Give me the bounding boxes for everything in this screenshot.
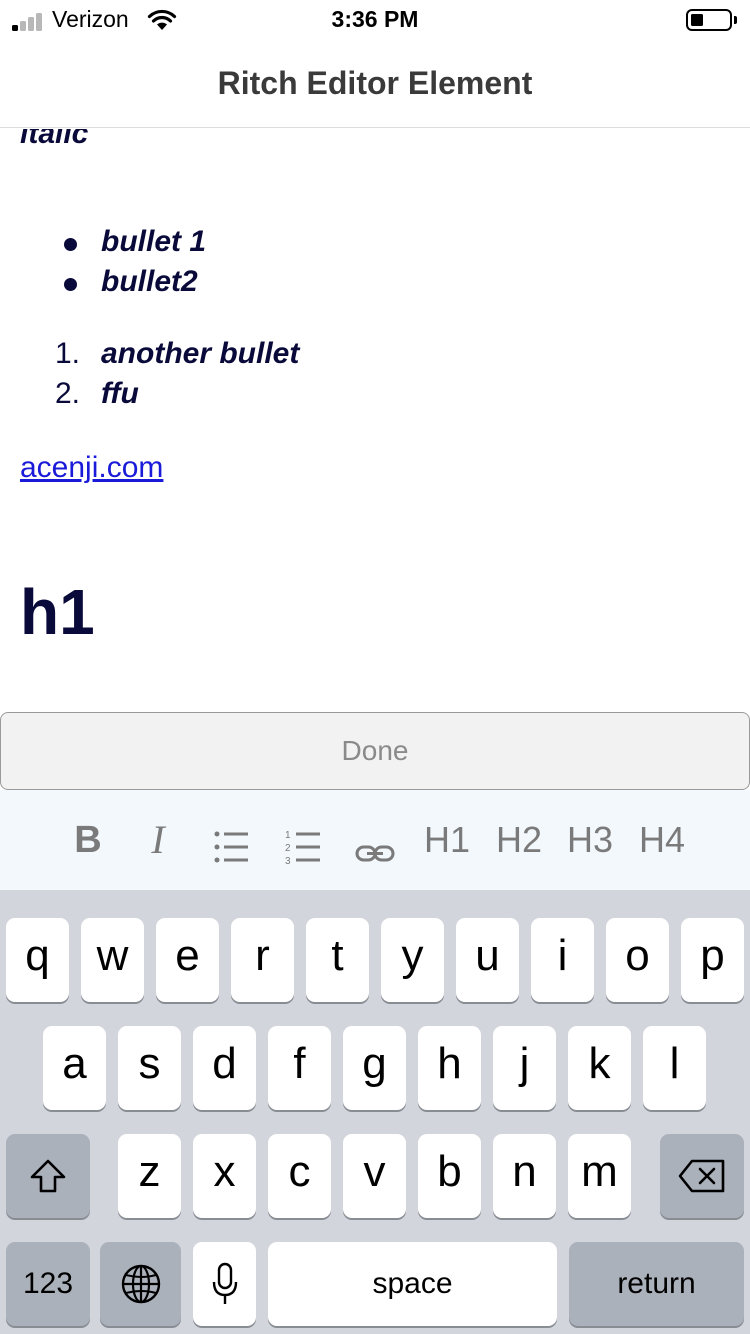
- italic-button[interactable]: I: [140, 812, 176, 868]
- svg-text:2: 2: [285, 843, 291, 854]
- key-u[interactable]: u: [456, 918, 519, 1002]
- numbered-list-icon[interactable]: 1 2 3: [284, 819, 322, 875]
- heading-1-button[interactable]: H1: [424, 812, 470, 868]
- heading-one: h1: [20, 576, 95, 648]
- svg-text:1: 1: [285, 830, 291, 841]
- shift-key[interactable]: [6, 1134, 90, 1218]
- space-key[interactable]: space: [268, 1242, 557, 1326]
- key-t[interactable]: t: [306, 918, 369, 1002]
- backspace-icon: [678, 1159, 725, 1193]
- list-number: 2.: [55, 377, 81, 410]
- heading-4-button[interactable]: H4: [637, 812, 687, 868]
- software-keyboard: q w e r t y u i o p a s d f g h j k l z …: [0, 890, 750, 1334]
- key-s[interactable]: s: [118, 1026, 181, 1110]
- return-key[interactable]: return: [569, 1242, 744, 1326]
- battery-icon: [686, 9, 732, 31]
- key-e[interactable]: e: [156, 918, 219, 1002]
- link-icon[interactable]: [355, 826, 395, 882]
- key-r[interactable]: r: [231, 918, 294, 1002]
- bullet-text: bullet 1: [101, 225, 207, 258]
- key-y[interactable]: y: [381, 918, 444, 1002]
- key-v[interactable]: v: [343, 1134, 406, 1218]
- done-button[interactable]: Done: [0, 712, 750, 790]
- key-q[interactable]: q: [6, 918, 69, 1002]
- key-l[interactable]: l: [643, 1026, 706, 1110]
- microphone-icon: [212, 1262, 237, 1304]
- bullet-dot: [64, 278, 77, 291]
- heading-2-button[interactable]: H2: [494, 812, 544, 868]
- ordered-item-text: another bullet: [101, 337, 300, 370]
- key-f[interactable]: f: [268, 1026, 331, 1110]
- ordered-item-text: ffu: [101, 377, 139, 410]
- navigation-bar: Ritch Editor Element: [0, 40, 750, 128]
- key-b[interactable]: b: [418, 1134, 481, 1218]
- heading-3-button[interactable]: H3: [565, 812, 615, 868]
- key-m[interactable]: m: [568, 1134, 631, 1218]
- key-g[interactable]: g: [343, 1026, 406, 1110]
- key-a[interactable]: a: [43, 1026, 106, 1110]
- key-n[interactable]: n: [493, 1134, 556, 1218]
- key-x[interactable]: x: [193, 1134, 256, 1218]
- numbers-key[interactable]: 123: [6, 1242, 90, 1326]
- key-h[interactable]: h: [418, 1026, 481, 1110]
- key-p[interactable]: p: [681, 918, 744, 1002]
- globe-icon: [121, 1264, 160, 1304]
- page-title: Ritch Editor Element: [217, 65, 533, 101]
- bullet-dot: [64, 238, 77, 251]
- key-k[interactable]: k: [568, 1026, 631, 1110]
- rich-text-editor[interactable]: italic bullet 1 bullet2 1. another bulle…: [0, 129, 750, 712]
- key-w[interactable]: w: [81, 918, 144, 1002]
- shift-arrow-icon: [30, 1159, 66, 1193]
- formatting-toolbar: B I 1 2 3 H1 H2 H3 H4: [0, 790, 750, 890]
- battery-nub: [734, 16, 737, 24]
- key-z[interactable]: z: [118, 1134, 181, 1218]
- key-j[interactable]: j: [493, 1026, 556, 1110]
- hyperlink[interactable]: acenji.com: [20, 451, 163, 485]
- bold-button[interactable]: B: [70, 812, 106, 868]
- key-i[interactable]: i: [531, 918, 594, 1002]
- bullet-list-icon[interactable]: [212, 819, 250, 875]
- microphone-key[interactable]: [193, 1242, 256, 1326]
- list-number: 1.: [55, 337, 81, 370]
- key-o[interactable]: o: [606, 918, 669, 1002]
- status-time: 3:36 PM: [331, 6, 419, 32]
- bullet-text: bullet2: [101, 265, 198, 298]
- delete-key[interactable]: [660, 1134, 744, 1218]
- status-bar: Verizon 3:36 PM: [0, 0, 750, 40]
- italic-paragraph: italic: [20, 129, 89, 150]
- svg-text:3: 3: [285, 856, 291, 867]
- key-d[interactable]: d: [193, 1026, 256, 1110]
- key-c[interactable]: c: [268, 1134, 331, 1218]
- globe-key[interactable]: [100, 1242, 181, 1326]
